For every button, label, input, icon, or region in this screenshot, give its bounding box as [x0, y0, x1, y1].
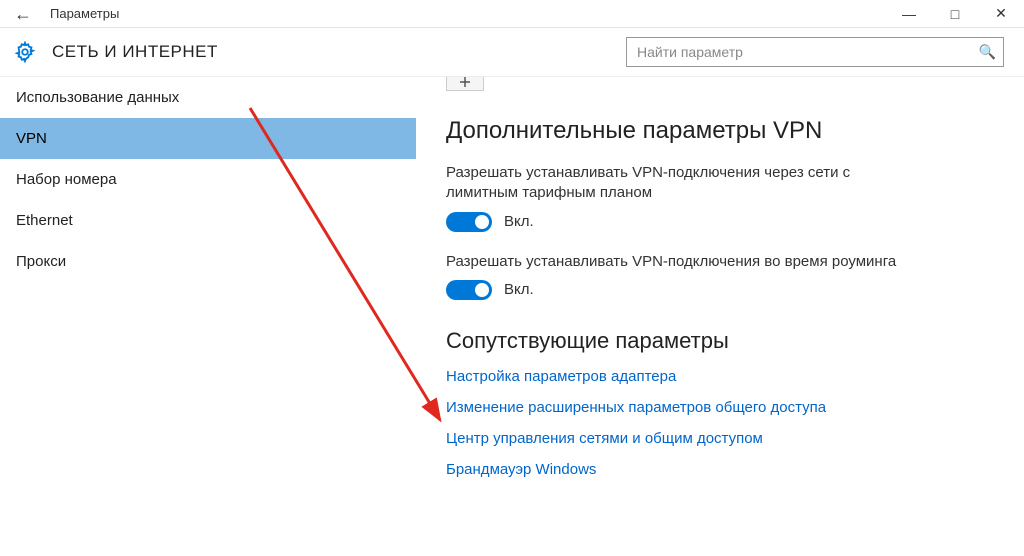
link-adapter-settings[interactable]: Настройка параметров адаптера	[446, 368, 994, 385]
window-controls: — □ ✕	[886, 0, 1024, 27]
link-advanced-sharing[interactable]: Изменение расширенных параметров общего …	[446, 399, 994, 416]
header: СЕТЬ И ИНТЕРНЕТ 🔍	[0, 28, 1024, 76]
main-panel: Дополнительные параметры VPN Разрешать у…	[416, 77, 1024, 556]
content: Использование данных VPN Набор номера Et…	[0, 76, 1024, 556]
sidebar-item-vpn[interactable]: VPN	[0, 118, 416, 159]
sidebar: Использование данных VPN Набор номера Et…	[0, 77, 416, 556]
gear-icon	[14, 41, 36, 63]
search-wrap: 🔍	[626, 37, 1004, 67]
add-vpn-button[interactable]	[446, 77, 484, 91]
titlebar: ← Параметры — □ ✕	[0, 0, 1024, 28]
sidebar-item-ethernet[interactable]: Ethernet	[0, 200, 416, 241]
advanced-vpn-heading: Дополнительные параметры VPN	[446, 117, 994, 145]
sidebar-item-data-usage[interactable]: Использование данных	[0, 77, 416, 118]
toggle-roaming[interactable]	[446, 280, 492, 300]
back-button[interactable]: ←	[14, 5, 32, 23]
search-input[interactable]	[626, 37, 1004, 67]
setting-metered-desc: Разрешать устанавливать VPN-подключения …	[446, 163, 926, 204]
app-title: Параметры	[50, 6, 119, 21]
close-button[interactable]: ✕	[978, 0, 1024, 27]
maximize-button[interactable]: □	[932, 0, 978, 27]
sidebar-item-dial-up[interactable]: Набор номера	[0, 159, 416, 200]
setting-metered: Разрешать устанавливать VPN-подключения …	[446, 163, 994, 232]
link-network-center[interactable]: Центр управления сетями и общим доступом	[446, 430, 994, 447]
toggle-roaming-state: Вкл.	[504, 281, 534, 298]
toggle-metered-state: Вкл.	[504, 213, 534, 230]
related-heading: Сопутствующие параметры	[446, 328, 994, 354]
toggle-metered[interactable]	[446, 212, 492, 232]
setting-roaming-desc: Разрешать устанавливать VPN-подключения …	[446, 252, 926, 272]
link-windows-firewall[interactable]: Брандмауэр Windows	[446, 461, 994, 478]
section-title: СЕТЬ И ИНТЕРНЕТ	[52, 42, 218, 62]
setting-roaming: Разрешать устанавливать VPN-подключения …	[446, 252, 994, 300]
search-icon[interactable]: 🔍	[979, 44, 996, 61]
sidebar-item-proxy[interactable]: Прокси	[0, 241, 416, 282]
minimize-button[interactable]: —	[886, 0, 932, 27]
